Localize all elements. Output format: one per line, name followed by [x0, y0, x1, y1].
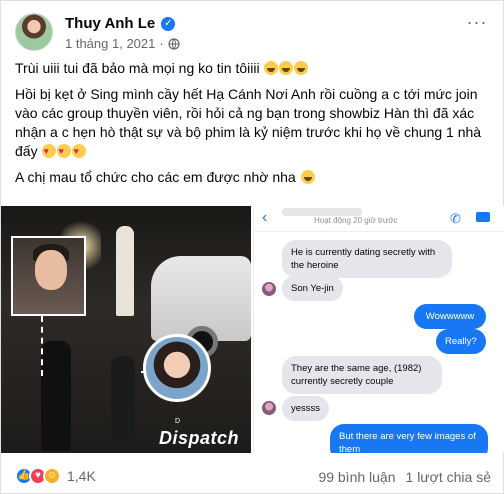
back-arrow-icon: ‹	[262, 209, 268, 226]
paragraph-1-text: Trùi uiii tui đã bảo mà mọi ng ko tin tô…	[15, 60, 260, 76]
globe-icon	[168, 37, 180, 50]
portrait-face	[35, 250, 67, 290]
content-paragraph-3: A chị mau tổ chức cho các em được nhờ nh…	[15, 168, 493, 187]
contact-avatar	[262, 282, 276, 296]
author-avatar[interactable]	[15, 13, 53, 51]
shares-count-link[interactable]: 1 lượt chia sẻ	[406, 469, 491, 485]
content-paragraph-2: Hồi bị kẹt ở Sing mình cầy hết Hạ Cánh N…	[15, 85, 493, 161]
post-card: Thuy Anh Le ✓ 1 tháng 1, 2021 · ··· Trùi…	[0, 0, 504, 494]
author-name[interactable]: Thuy Anh Le	[65, 15, 155, 32]
smiling-hearts-emoji-icon	[72, 142, 87, 161]
laughing-emoji-icon	[279, 61, 294, 75]
male-portrait-inset	[11, 236, 86, 316]
dispatch-watermark: Dispatch	[159, 428, 240, 448]
reaction-count[interactable]: 1,4K	[67, 468, 96, 484]
phone-icon: ✆	[450, 211, 461, 226]
post-header: Thuy Anh Le ✓ 1 tháng 1, 2021 · ···	[15, 9, 491, 53]
chat-bubble-outgoing: Wowwwww	[414, 304, 486, 329]
video-call-icon	[476, 212, 490, 222]
paragraph-3-text: A chị mau tổ chức cho các em được nhờ nh…	[15, 169, 296, 185]
chat-screenshot[interactable]: ‹ Hoạt động 20 giờ trước ✆ He is current…	[253, 206, 504, 453]
post-footer: 👍 ♥ ☺ 1,4K 99 bình luận 1 lượt chia sẻ	[1, 459, 504, 494]
laughing-emoji-icon	[294, 61, 309, 75]
reactions-summary[interactable]: 👍 ♥ ☺ 1,4K	[15, 467, 96, 485]
chat-bubble-incoming: yessss	[282, 396, 330, 421]
smiling-hearts-emoji-icon	[57, 142, 72, 161]
smiling-hearts-emoji-icon	[42, 142, 57, 161]
author-name-row: Thuy Anh Le ✓	[65, 15, 176, 32]
chat-bubble-outgoing: But there are very few images of them	[330, 424, 488, 453]
female-portrait-inset	[143, 334, 211, 402]
comments-count-link[interactable]: 99 bình luận	[318, 469, 395, 485]
meta-separator: ·	[159, 36, 164, 51]
chat-header: ‹ Hoạt động 20 giờ trước ✆	[254, 206, 504, 232]
chat-bubble-incoming: Son Ye-jin	[282, 276, 343, 301]
more-options-icon[interactable]: ···	[465, 13, 489, 35]
post-media[interactable]: D Dispatch ‹ Hoạt động 20 giờ trước ✆ He…	[1, 206, 504, 453]
chat-bubble-incoming: They are the same age, (1982) currently …	[282, 356, 442, 394]
verified-badge-icon: ✓	[161, 16, 176, 31]
content-paragraph-1: Trùi uiii tui đã bảo mà mọi ng ko tin tô…	[15, 59, 493, 78]
post-meta: 1 tháng 1, 2021 ·	[65, 36, 180, 51]
chat-bubble-incoming: He is currently dating secretly with the…	[282, 240, 452, 278]
paparazzi-photo[interactable]: D Dispatch	[1, 206, 251, 453]
laughing-emoji-icon	[264, 61, 279, 75]
person-figure	[116, 226, 134, 316]
person-figure	[41, 341, 71, 451]
laughing-emoji-icon	[300, 170, 315, 184]
person-figure	[111, 356, 135, 446]
post-content: Trùi uiii tui đã bảo mà mọi ng ko tin tô…	[15, 59, 493, 194]
contact-avatar	[262, 401, 276, 415]
chat-status: Hoạt động 20 giờ trước	[314, 216, 398, 225]
engagement-meta: 99 bình luận 1 lượt chia sẻ	[318, 469, 491, 485]
chat-contact-name-blurred	[282, 208, 362, 216]
dashed-connector	[41, 316, 43, 376]
haha-reaction-icon: ☺	[43, 467, 61, 485]
chat-bubble-outgoing: Really?	[436, 329, 486, 354]
post-date[interactable]: 1 tháng 1, 2021	[65, 36, 155, 51]
dispatch-logo-mark: D	[175, 418, 181, 425]
